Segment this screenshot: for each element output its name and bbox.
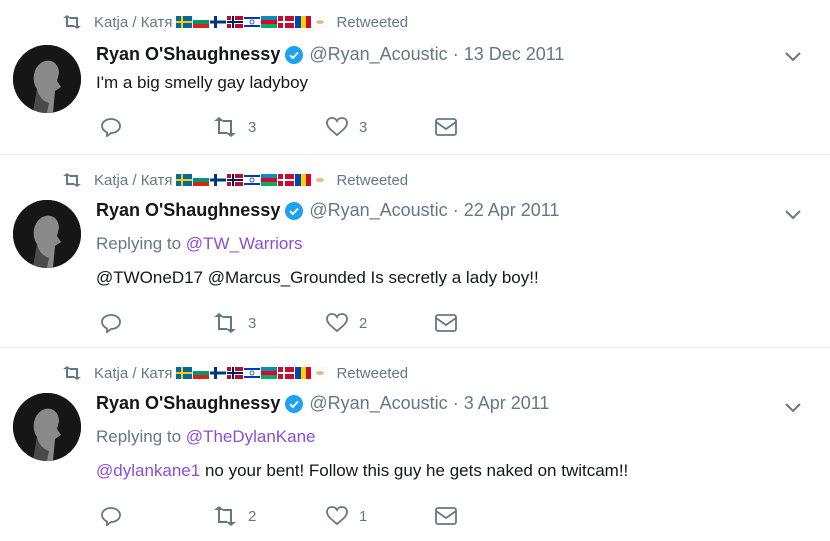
reply-icon — [101, 507, 121, 526]
verified-badge-icon — [285, 45, 304, 64]
like-button[interactable]: 3 — [325, 116, 435, 138]
like-button[interactable]: 1 — [325, 505, 435, 527]
tweet-text-body: no your bent! Follow this guy he gets na… — [200, 461, 629, 480]
replying-to-link[interactable]: @TW_Warriors — [186, 234, 303, 253]
avatar[interactable] — [13, 45, 81, 113]
author-handle[interactable]: @Ryan_Acoustic — [309, 393, 447, 414]
heart-icon — [326, 117, 348, 137]
reply-icon — [101, 314, 121, 333]
retweet-icon — [214, 506, 236, 526]
author-handle[interactable]: @Ryan_Acoustic — [309, 44, 447, 65]
replying-to: Replying to @TheDylanKane — [96, 427, 316, 447]
replying-to: Replying to @TW_Warriors — [96, 234, 303, 254]
retweet-count: 2 — [248, 507, 257, 525]
retweeter-name[interactable]: Katja / Катя — [94, 14, 172, 31]
tweet-feed: Katja / Катя Retweeted Ryan O'Shaughness… — [0, 0, 830, 541]
tweet-date[interactable]: 13 Dec 2011 — [464, 44, 565, 65]
tweet-header: Ryan O'Shaughnessy @Ryan_Acoustic · 22 A… — [96, 200, 559, 221]
replying-to-label: Replying to — [96, 427, 182, 446]
mention-link[interactable]: @dylankane1 — [96, 461, 200, 480]
author-handle[interactable]: @Ryan_Acoustic — [309, 200, 447, 221]
author-name[interactable]: Ryan O'Shaughnessy — [96, 200, 280, 221]
reply-button[interactable] — [100, 505, 212, 527]
author-name[interactable]: Ryan O'Shaughnessy — [96, 393, 280, 414]
retweet-context: Katja / Катя Retweeted — [62, 363, 408, 383]
tweet[interactable]: Katja / Катя Retweeted Ryan O'Shaughness… — [0, 155, 830, 348]
direct-message-button[interactable] — [435, 116, 457, 138]
like-count: 2 — [359, 314, 368, 332]
separator: · — [452, 44, 459, 64]
avatar[interactable] — [13, 393, 81, 461]
chevron-down-icon[interactable] — [784, 209, 802, 221]
retweet-context: Katja / Катя Retweeted — [62, 170, 408, 190]
flag-emojis — [176, 367, 329, 379]
tweet-text: @TWOneD17 @Marcus_Grounded Is secretly a… — [96, 268, 539, 287]
retweet-count: 3 — [248, 314, 257, 332]
author-name[interactable]: Ryan O'Shaughnessy — [96, 44, 280, 65]
retweeted-label: Retweeted — [336, 364, 409, 382]
tweet-text: I'm a big smelly gay ladyboy — [96, 73, 309, 92]
tweet-actions: 3 3 — [100, 116, 457, 138]
reply-icon — [101, 118, 121, 137]
avatar[interactable] — [13, 200, 81, 268]
envelope-icon — [435, 507, 457, 525]
retweet-icon — [214, 313, 236, 333]
envelope-icon — [435, 314, 457, 332]
separator: · — [452, 200, 459, 220]
retweet-icon — [62, 15, 82, 29]
tweet-actions: 3 2 — [100, 312, 457, 334]
tweet-date[interactable]: 22 Apr 2011 — [464, 200, 560, 221]
separator: · — [452, 393, 459, 413]
retweet-count: 3 — [248, 118, 257, 136]
verified-badge-icon — [285, 394, 304, 413]
retweet-icon — [214, 117, 236, 137]
chevron-down-icon[interactable] — [784, 51, 802, 63]
retweet-context: Katja / Катя Retweeted — [62, 12, 408, 32]
retweet-icon — [62, 173, 82, 187]
tweet-actions: 2 1 — [100, 505, 457, 527]
tweet[interactable]: Katja / Катя Retweeted Ryan O'Shaughness… — [0, 348, 830, 541]
flag-emojis — [176, 174, 329, 186]
heart-icon — [326, 313, 348, 333]
heart-icon — [326, 506, 348, 526]
retweeted-label: Retweeted — [336, 13, 409, 31]
reply-button[interactable] — [100, 116, 212, 138]
like-button[interactable]: 2 — [325, 312, 435, 334]
envelope-icon — [435, 118, 457, 136]
retweet-button[interactable]: 2 — [212, 505, 325, 527]
reply-button[interactable] — [100, 312, 212, 334]
replying-to-link[interactable]: @TheDylanKane — [186, 427, 316, 446]
retweeted-label: Retweeted — [336, 171, 409, 189]
tweet[interactable]: Katja / Катя Retweeted Ryan O'Shaughness… — [0, 0, 830, 155]
direct-message-button[interactable] — [435, 505, 457, 527]
like-count: 1 — [359, 507, 368, 525]
like-count: 3 — [359, 118, 368, 136]
tweet-text: @dylankane1 no your bent! Follow this gu… — [96, 461, 628, 481]
chevron-down-icon[interactable] — [784, 402, 802, 414]
tweet-date[interactable]: 3 Apr 2011 — [464, 393, 550, 414]
retweet-button[interactable]: 3 — [212, 116, 325, 138]
retweet-button[interactable]: 3 — [212, 312, 325, 334]
retweeter-name[interactable]: Katja / Катя — [94, 172, 172, 189]
tweet-header: Ryan O'Shaughnessy @Ryan_Acoustic · 13 D… — [96, 44, 564, 65]
retweet-icon — [62, 366, 82, 380]
verified-badge-icon — [285, 201, 304, 220]
retweeter-name[interactable]: Katja / Катя — [94, 365, 172, 382]
replying-to-label: Replying to — [96, 234, 182, 253]
tweet-header: Ryan O'Shaughnessy @Ryan_Acoustic · 3 Ap… — [96, 393, 549, 414]
direct-message-button[interactable] — [435, 312, 457, 334]
flag-emojis — [176, 16, 329, 28]
